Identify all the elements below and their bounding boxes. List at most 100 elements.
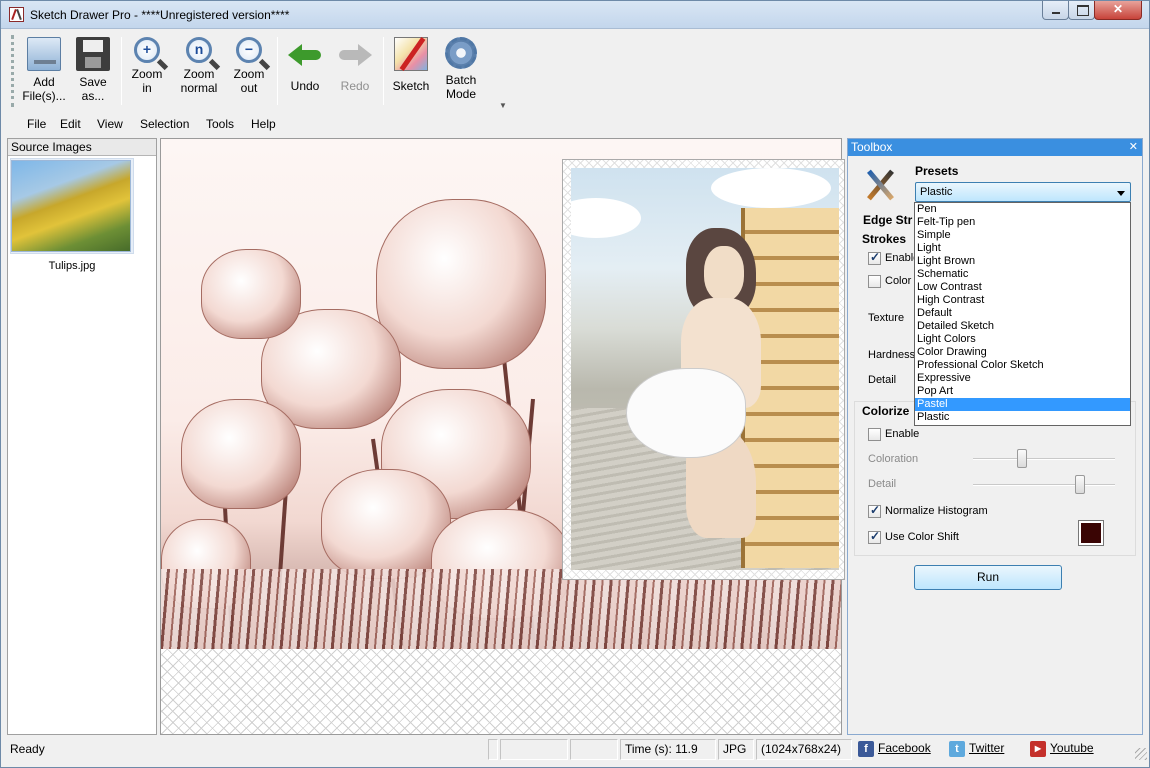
- cloud: [711, 168, 831, 208]
- thumbnail-label[interactable]: Tulips.jpg: [10, 260, 134, 272]
- use-color-shift-checkbox[interactable]: [868, 529, 881, 544]
- app-icon[interactable]: [9, 7, 24, 22]
- preset-option[interactable]: Color Drawing: [915, 346, 1130, 359]
- toolbar-separator: [277, 37, 278, 105]
- presets-combobox[interactable]: Plastic: [915, 182, 1131, 202]
- source-images-header: Source Images: [8, 139, 156, 156]
- youtube-link[interactable]: Youtube: [1050, 741, 1094, 755]
- toolbar-separator: [121, 37, 122, 105]
- undo-arrow-icon: [288, 37, 322, 71]
- presets-selected-value: Plastic: [920, 186, 953, 198]
- maximize-button[interactable]: [1068, 1, 1095, 20]
- redo-button[interactable]: Redo: [335, 33, 375, 111]
- facebook-icon[interactable]: f: [858, 741, 874, 757]
- batch-mode-button[interactable]: Batch Mode: [439, 33, 483, 111]
- detail-label: Detail: [868, 374, 897, 386]
- save-as-button[interactable]: Save as...: [73, 33, 113, 111]
- twitter-link[interactable]: Twitter: [969, 741, 1004, 755]
- color-strokes-checkbox[interactable]: [868, 275, 881, 288]
- undo-button[interactable]: Undo: [285, 33, 325, 111]
- add-files-icon: [27, 37, 61, 71]
- redo-arrow-icon: [338, 37, 372, 71]
- preset-option[interactable]: Low Contrast: [915, 281, 1130, 294]
- status-format: JPG: [718, 739, 754, 760]
- strokes-label: Strokes: [862, 232, 907, 246]
- close-button[interactable]: [1094, 1, 1142, 20]
- facebook-link[interactable]: Facebook: [878, 741, 931, 755]
- colorize-detail-slider-thumb[interactable]: [1074, 475, 1085, 494]
- add-files-button[interactable]: Add File(s)...: [21, 33, 67, 111]
- toolbar-grip[interactable]: [11, 35, 14, 107]
- youtube-icon[interactable]: ▶: [1030, 741, 1046, 757]
- main-toolbar: Add File(s)... Save as... + Zoom in n Zo…: [11, 31, 1141, 113]
- title-bar[interactable]: Sketch Drawer Pro - ****Unregistered ver…: [1, 1, 1149, 29]
- presets-dropdown-list[interactable]: Pen Felt-Tip pen Simple Light Light Brown Sch…: [914, 202, 1131, 426]
- preset-option[interactable]: Simple: [915, 229, 1130, 242]
- colorize-enable-checkbox[interactable]: [868, 428, 881, 441]
- tulip-flower: [201, 249, 301, 339]
- preset-option[interactable]: Professional Color Sketch: [915, 359, 1130, 372]
- strokes-enable-checkbox[interactable]: [868, 250, 881, 265]
- use-color-shift-label: Use Color Shift: [885, 531, 959, 543]
- twitter-icon[interactable]: t: [949, 741, 965, 757]
- toolbox-close-icon[interactable]: ✕: [1129, 139, 1138, 156]
- zoom-normal-button[interactable]: n Zoom normal: [177, 33, 221, 111]
- preset-option[interactable]: Light Colors: [915, 333, 1130, 346]
- menu-file[interactable]: File: [27, 117, 46, 131]
- zoom-normal-icon: n: [186, 37, 212, 63]
- preset-option[interactable]: Plastic: [915, 411, 1130, 424]
- status-ready: Ready: [10, 742, 45, 756]
- woman-photo-sketch: [571, 168, 839, 570]
- coloration-slider-track[interactable]: [973, 458, 1115, 460]
- face: [704, 246, 744, 301]
- floating-photo-frame[interactable]: [562, 159, 845, 580]
- zoom-out-label-1: Zoom: [233, 67, 265, 81]
- colorize-label: Colorize: [862, 404, 910, 418]
- normalize-histogram-checkbox[interactable]: [868, 503, 881, 518]
- preset-option[interactable]: Default: [915, 307, 1130, 320]
- zoom-in-label-2: in: [142, 81, 152, 95]
- tulips-thumbnail[interactable]: [11, 160, 131, 252]
- menu-help[interactable]: Help: [251, 117, 276, 131]
- save-as-label-1: Save: [79, 75, 107, 89]
- preset-option[interactable]: Expressive: [915, 372, 1130, 385]
- app-window: Sketch Drawer Pro - ****Unregistered ver…: [0, 0, 1150, 768]
- preset-option[interactable]: Light Brown: [915, 255, 1130, 268]
- preset-option[interactable]: Detailed Sketch: [915, 320, 1130, 333]
- menu-view[interactable]: View: [97, 117, 123, 131]
- grass-area: [161, 569, 841, 649]
- preset-option[interactable]: Felt-Tip pen: [915, 216, 1130, 229]
- normalize-histogram-label: Normalize Histogram: [885, 505, 988, 517]
- toolbar-separator: [383, 37, 384, 105]
- toolbar-overflow-icon[interactable]: ▼: [499, 101, 507, 110]
- toolbox-title-bar: Toolbox ✕: [848, 139, 1142, 156]
- preset-option[interactable]: High Contrast: [915, 294, 1130, 307]
- sketch-button[interactable]: Sketch: [389, 33, 433, 111]
- batch-mode-label-1: Batch: [445, 73, 477, 87]
- sketch-label: Sketch: [392, 79, 430, 93]
- colorize-detail-slider-track[interactable]: [973, 484, 1115, 486]
- preset-option[interactable]: Schematic: [915, 268, 1130, 281]
- status-dimensions: (1024x768x24): [756, 739, 852, 760]
- preset-option[interactable]: Pastel: [915, 398, 1130, 411]
- resize-grip-icon[interactable]: [1135, 748, 1147, 760]
- zoom-out-icon: −: [236, 37, 262, 63]
- zoom-in-button[interactable]: + Zoom in: [127, 33, 167, 111]
- preset-option[interactable]: Pop Art: [915, 385, 1130, 398]
- run-button[interactable]: Run: [914, 565, 1062, 590]
- menu-selection[interactable]: Selection: [140, 117, 189, 131]
- color-shift-swatch[interactable]: [1078, 520, 1104, 546]
- preset-option[interactable]: Light: [915, 242, 1130, 255]
- preset-option[interactable]: Pen: [915, 203, 1130, 216]
- coloration-slider-thumb[interactable]: [1016, 449, 1027, 468]
- zoom-normal-label-2: normal: [180, 81, 218, 95]
- minimize-button[interactable]: [1042, 1, 1069, 20]
- zoom-out-button[interactable]: − Zoom out: [229, 33, 269, 111]
- image-canvas[interactable]: [160, 138, 845, 735]
- gear-icon: [445, 37, 477, 69]
- chevron-down-icon: [1117, 191, 1125, 196]
- add-files-label-1: Add: [33, 75, 55, 89]
- menu-tools[interactable]: Tools: [206, 117, 234, 131]
- coloration-label: Coloration: [868, 453, 919, 465]
- menu-edit[interactable]: Edit: [60, 117, 81, 131]
